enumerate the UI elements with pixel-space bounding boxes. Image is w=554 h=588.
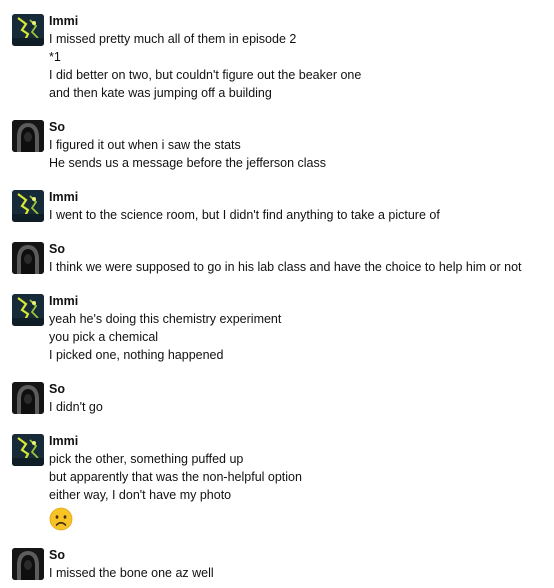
author-name[interactable]: Immi <box>49 432 302 450</box>
author-name[interactable]: So <box>49 118 326 136</box>
author-name[interactable]: Immi <box>49 292 281 310</box>
avatar-so-icon[interactable] <box>12 242 44 274</box>
message-text: I missed the bone one az well <box>49 566 214 580</box>
message-content: So I think we were supposed to go in his… <box>49 240 522 276</box>
author-name[interactable]: So <box>49 546 214 564</box>
avatar-immi-icon[interactable] <box>12 14 44 46</box>
message-text: I figured it out when i saw the stats <box>49 138 241 152</box>
message-text: pick the other, something puffed up <box>49 452 244 466</box>
message-text: either way, I don't have my photo <box>49 488 232 502</box>
message-text: He sends us a message before the jeffers… <box>49 156 327 170</box>
message-text: yeah he's doing this chemistry experimen… <box>49 312 282 326</box>
avatar-immi-icon[interactable] <box>12 294 44 326</box>
author-name[interactable]: Immi <box>49 12 361 30</box>
message-text: and then kate was jumping off a building <box>49 86 272 100</box>
author-name[interactable]: Immi <box>49 188 440 206</box>
message-text: I missed pretty much all of them in epis… <box>49 32 297 46</box>
avatar-so-icon[interactable] <box>12 120 44 152</box>
message-text: I didn't go <box>49 400 103 414</box>
avatar-immi-icon[interactable] <box>12 190 44 222</box>
message-text: *1 <box>49 50 61 64</box>
message-text: I went to the science room, but I didn't… <box>49 208 440 222</box>
avatar-so-icon[interactable] <box>12 548 44 580</box>
message-content: Immi pick the other, something puffed up… <box>49 432 302 531</box>
author-name[interactable]: So <box>49 380 103 398</box>
message-text: you pick a chemical <box>49 330 159 344</box>
message-content: So I figured it out when i saw the stats… <box>49 118 326 172</box>
message-text: I did better on two, but couldn't figure… <box>49 68 362 82</box>
avatar-immi-icon[interactable] <box>12 434 44 466</box>
message-content: So I missed the bone one az well <box>49 546 214 582</box>
message-content: Immi I went to the science room, but I d… <box>49 188 440 224</box>
message-content: Immi I missed pretty much all of them in… <box>49 12 361 102</box>
sad-face-emoji-icon <box>49 507 73 531</box>
message-text: I think we were supposed to go in his la… <box>49 260 522 274</box>
author-name[interactable]: So <box>49 240 522 258</box>
message-text: I picked one, nothing happened <box>49 348 224 362</box>
avatar-so-icon[interactable] <box>12 382 44 414</box>
message-text: but apparently that was the non-helpful … <box>49 470 302 484</box>
message-content: Immi yeah he's doing this chemistry expe… <box>49 292 281 364</box>
message-content: So I didn't go <box>49 380 103 416</box>
